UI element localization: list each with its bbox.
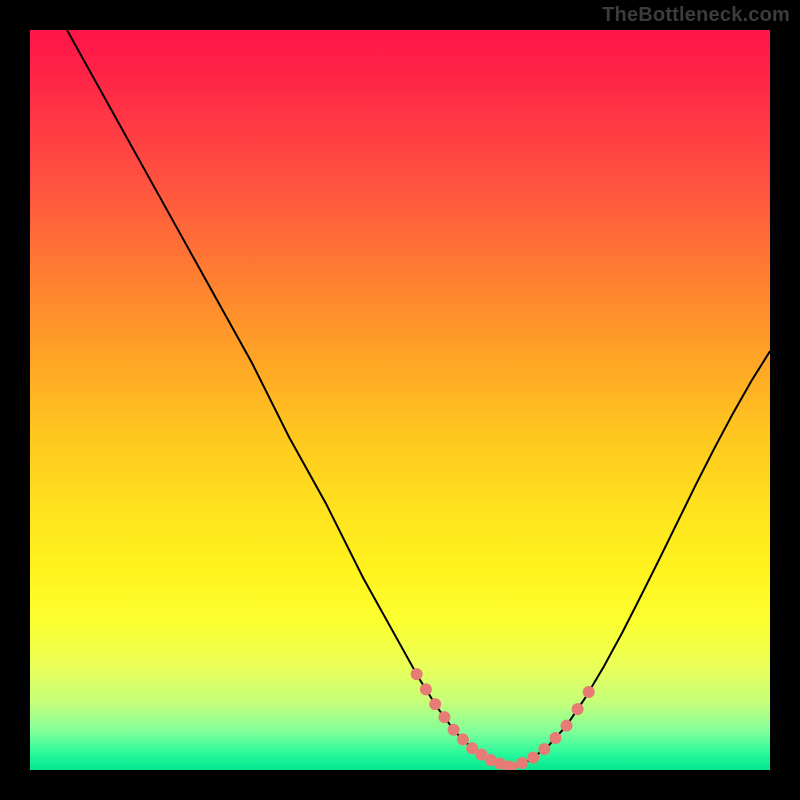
- band-dot: [457, 733, 469, 745]
- band-dot: [583, 686, 595, 698]
- band-dot: [438, 711, 450, 723]
- watermark-text: TheBottleneck.com: [602, 4, 790, 27]
- curve-left-path: [67, 30, 511, 767]
- chart-svg: [30, 30, 770, 770]
- band-dot: [448, 724, 460, 736]
- band-dot: [411, 668, 423, 680]
- band-dot: [420, 683, 432, 695]
- plot-area: [30, 30, 770, 770]
- band-dot: [527, 752, 539, 764]
- band-dot: [538, 743, 550, 755]
- band-dot: [572, 703, 584, 715]
- band-dot: [516, 757, 528, 769]
- band-dots: [411, 668, 595, 770]
- curve-right-path: [511, 351, 770, 767]
- stage: TheBottleneck.com: [0, 0, 800, 800]
- band-dot: [429, 698, 441, 710]
- band-dot: [549, 732, 561, 744]
- band-dot: [561, 720, 573, 732]
